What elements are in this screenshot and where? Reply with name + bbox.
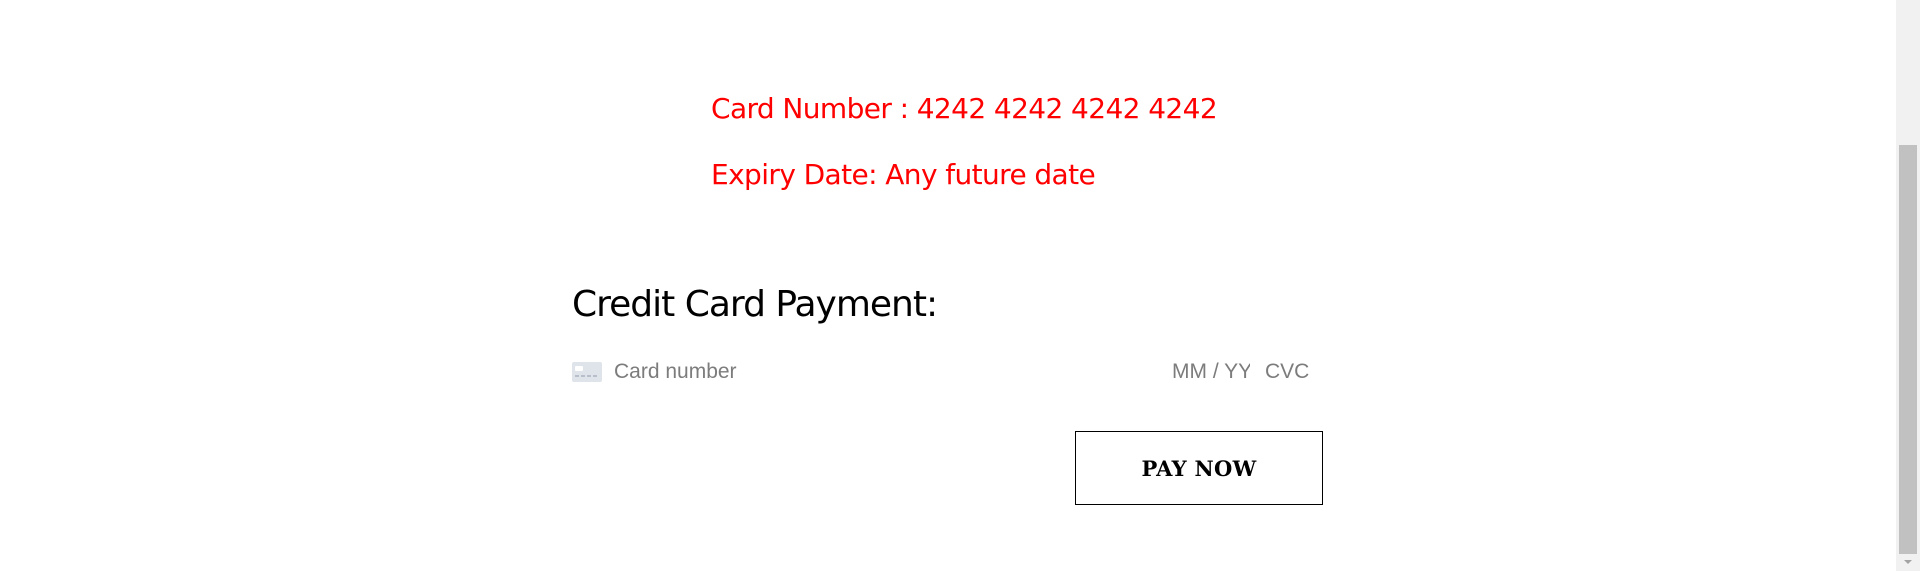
scrollbar-thumb[interactable] (1899, 145, 1917, 554)
pay-now-button[interactable]: PAY NOW (1075, 431, 1323, 505)
scroll-down-arrow-icon[interactable] (1896, 554, 1920, 571)
payment-page: Card Number : 4242 4242 4242 4242 Expiry… (0, 0, 1920, 571)
card-number-input[interactable] (614, 355, 1114, 389)
expiry-date-input[interactable] (1172, 355, 1250, 389)
payment-heading: Credit Card Payment: (572, 284, 938, 325)
credit-card-icon (572, 362, 602, 382)
card-element (572, 355, 1315, 389)
cvc-input[interactable] (1265, 355, 1315, 389)
test-card-number-note: Card Number : 4242 4242 4242 4242 (711, 92, 1218, 125)
test-expiry-date-note: Expiry Date: Any future date (711, 158, 1096, 191)
vertical-scrollbar[interactable] (1896, 0, 1920, 571)
